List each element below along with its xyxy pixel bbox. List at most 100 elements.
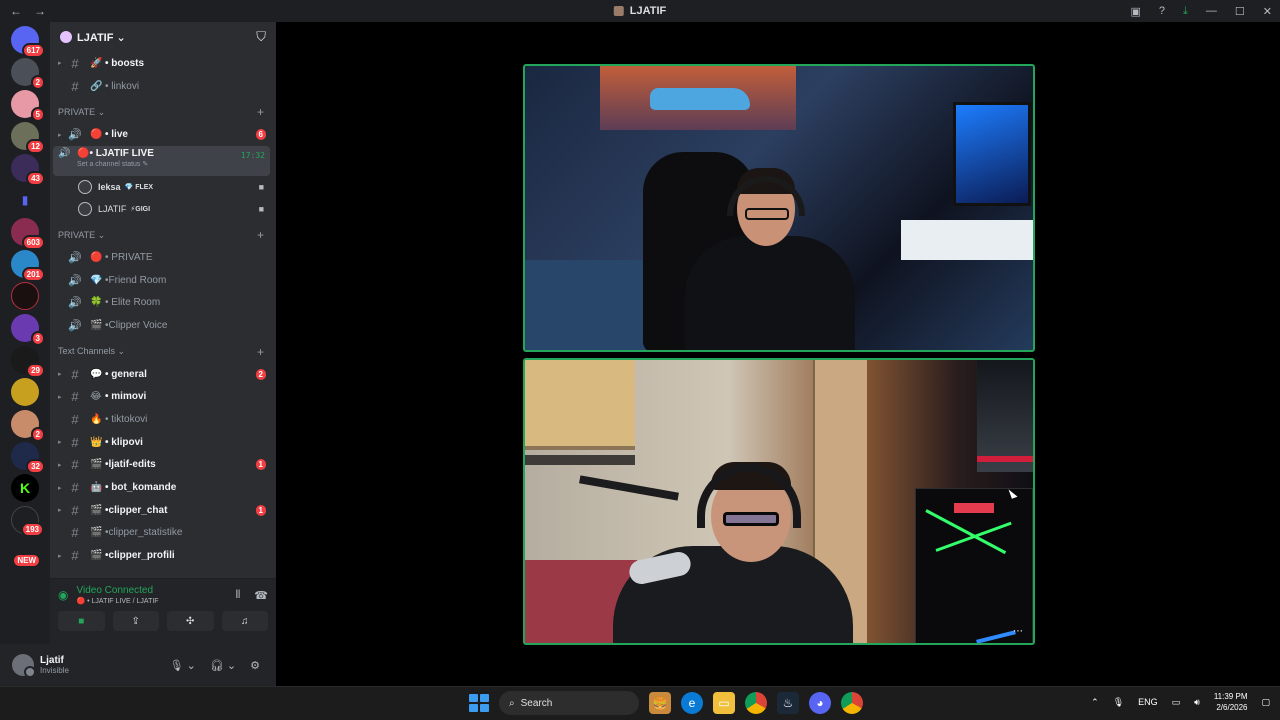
avatar	[78, 180, 92, 195]
voice-status[interactable]: Video Connected	[76, 585, 158, 596]
search-box[interactable]: ⌕ Search	[499, 691, 639, 715]
start-button[interactable]	[467, 692, 489, 714]
discord-icon[interactable]: ◕	[809, 692, 831, 714]
add-channel-icon[interactable]: +	[257, 345, 264, 359]
server-icon[interactable]: 29	[11, 346, 45, 378]
edge-icon[interactable]: e	[681, 692, 703, 714]
help-icon[interactable]: ?	[1159, 5, 1165, 17]
server-icon[interactable]: 3	[11, 314, 45, 346]
hash-icon: #	[71, 78, 79, 94]
microphone-icon[interactable]: 🎙︎	[1113, 697, 1124, 708]
channel-boosts[interactable]: ▸ # 🚀 • boosts	[50, 52, 276, 75]
hash-icon: #	[71, 548, 79, 564]
more-options-icon[interactable]: ⋯	[1013, 626, 1023, 637]
channel-status[interactable]: Set a channel status ✎	[77, 160, 270, 168]
voice-channel-ljatif-live[interactable]: 🔊 🔴 • LJATIF LIVE 17:32 Set a channel stat…	[53, 146, 270, 177]
disconnect-icon[interactable]: ☎	[254, 589, 268, 602]
server-icon[interactable]: 2	[11, 58, 45, 90]
headphones-icon[interactable]: 🎧︎ ⌄	[210, 659, 236, 672]
search-icon: ⌕	[509, 697, 515, 709]
text-channel[interactable]: ▸ # 👑 • klipovi	[50, 431, 276, 454]
add-channel-icon[interactable]: +	[257, 228, 264, 242]
settings-icon[interactable]: ⚙	[250, 659, 260, 672]
notification-icon[interactable]: ▢	[1261, 697, 1270, 708]
text-channel[interactable]: # 🎬 •clipper_statistike	[50, 522, 276, 545]
hash-icon: #	[71, 366, 79, 382]
hash-icon: #	[71, 434, 79, 450]
username[interactable]: Ljatif	[40, 655, 69, 666]
activities-button[interactable]: ✣	[167, 611, 214, 631]
text-channel[interactable]: # 🔥 • tiktokovi	[50, 408, 276, 431]
server-icon[interactable]: 43	[11, 154, 45, 186]
voice-member[interactable]: leksa 💎 FLEX ■	[50, 176, 276, 198]
server-icon[interactable]: 603	[11, 218, 45, 250]
hash-icon: #	[71, 389, 79, 405]
text-channel[interactable]: ▸ # 🎬 •ljatif-edits 1	[50, 454, 276, 477]
server-icon[interactable]: 201	[11, 250, 45, 282]
file-explorer-icon[interactable]: ▭	[713, 692, 735, 714]
language-indicator[interactable]: ENG	[1138, 697, 1158, 707]
speaker-icon: 🔊	[68, 319, 82, 332]
camera-button[interactable]: ■	[58, 611, 105, 631]
widgets-icon[interactable]: 🍔	[649, 692, 671, 714]
server-icon[interactable]: 193	[11, 506, 44, 537]
voice-channel-live[interactable]: ▸ 🔊 🔴 • live 6	[50, 123, 276, 146]
channel-linkovi[interactable]: # 🔗 • linkovi	[50, 75, 276, 98]
minimize-button[interactable]: —	[1206, 5, 1217, 17]
server-icon[interactable]: 5	[11, 90, 45, 122]
text-channel[interactable]: ▸ # 🎬 •clipper_chat 1	[50, 499, 276, 522]
text-channel[interactable]: ▸ # 😂 • mimovi	[50, 386, 276, 409]
server-icon[interactable]: 12	[11, 122, 45, 154]
noise-suppression-icon[interactable]: ⫴	[236, 589, 241, 602]
voice-channel[interactable]: 🔊 🍀 • Elite Room	[50, 291, 276, 314]
speaker-icon: 🔊	[68, 129, 82, 142]
inbox-icon[interactable]: ▣	[1131, 5, 1141, 18]
server-header[interactable]: LJATIF ⌄ ⛉	[50, 22, 276, 52]
server-icon[interactable]: 2	[11, 410, 45, 442]
server-icon[interactable]	[11, 378, 39, 406]
download-icon[interactable]: ⤓	[1183, 5, 1188, 18]
chevron-up-icon[interactable]: ⌃	[1091, 697, 1099, 708]
maximize-button[interactable]: ☐	[1235, 5, 1245, 18]
screen-share-button[interactable]: ⇪	[112, 611, 159, 631]
voice-channel[interactable]: 🔊 🎬 •Clipper Voice	[50, 314, 276, 337]
add-channel-icon[interactable]: +	[257, 105, 264, 119]
video-tile-ljatif[interactable]: ⋯	[523, 358, 1035, 645]
text-channel[interactable]: ▸ # 💬 • general 2	[50, 363, 276, 386]
category-text-channels[interactable]: Text Channels ⌄ +	[50, 341, 276, 363]
volume-icon[interactable]: 🔊︎	[1194, 697, 1200, 708]
monitor	[953, 102, 1031, 206]
server-list: 617 2 5 12 43 ▮ 603 201 3 29 2 32 K 193 …	[0, 22, 50, 686]
microphone-icon[interactable]: 🎙︎ ⌄	[170, 659, 196, 672]
add-user-icon[interactable]: ⛉	[256, 29, 266, 45]
chrome-icon[interactable]	[841, 692, 863, 714]
video-tile-leksa[interactable]	[523, 64, 1035, 352]
chrome-icon[interactable]	[745, 692, 767, 714]
clock[interactable]: 11:39 PM 2/6/2026	[1214, 691, 1248, 713]
voice-member[interactable]: LJATIF ⚡GIGI ■	[50, 198, 276, 220]
close-button[interactable]: ✕	[1263, 5, 1272, 18]
signal-icon[interactable]: ◉	[58, 588, 68, 602]
kick-server-icon[interactable]: K	[11, 474, 39, 502]
new-server-icon[interactable]: NEW	[11, 538, 41, 568]
back-icon[interactable]: ←	[10, 4, 22, 18]
voice-channel[interactable]: 🔊 💎 •Friend Room	[50, 269, 276, 292]
category-private[interactable]: PRIVATE ⌄ +	[50, 101, 276, 123]
speaker-icon: 🔊	[68, 251, 82, 264]
server-icon[interactable]	[11, 282, 39, 310]
text-channel[interactable]: ▸ # 🤖 • bot_komande	[50, 476, 276, 499]
user-panel: Ljatif Invisible 🎙︎ ⌄ 🎧︎ ⌄ ⚙	[0, 644, 276, 686]
network-icon[interactable]: ▭	[1172, 697, 1181, 708]
text-channel[interactable]: ▸ # 🎬 •clipper_profili	[50, 544, 276, 567]
folder-icon[interactable]: ▮	[11, 186, 39, 214]
forward-icon[interactable]: →	[34, 4, 46, 18]
window-title: LJATIF	[613, 5, 666, 17]
category-private[interactable]: PRIVATE ⌄ +	[50, 224, 276, 246]
avatar[interactable]	[12, 654, 36, 678]
voice-channel-path[interactable]: 🔴 • LJATIF LIVE / LJATIF	[76, 597, 158, 605]
soundboard-button[interactable]: ♫	[221, 611, 268, 631]
steam-icon[interactable]: ♨	[777, 692, 799, 714]
voice-channel[interactable]: 🔊 🔴 • PRIVATE	[50, 246, 276, 269]
server-icon[interactable]: 32	[11, 442, 45, 474]
home-icon[interactable]: 617	[11, 26, 45, 58]
